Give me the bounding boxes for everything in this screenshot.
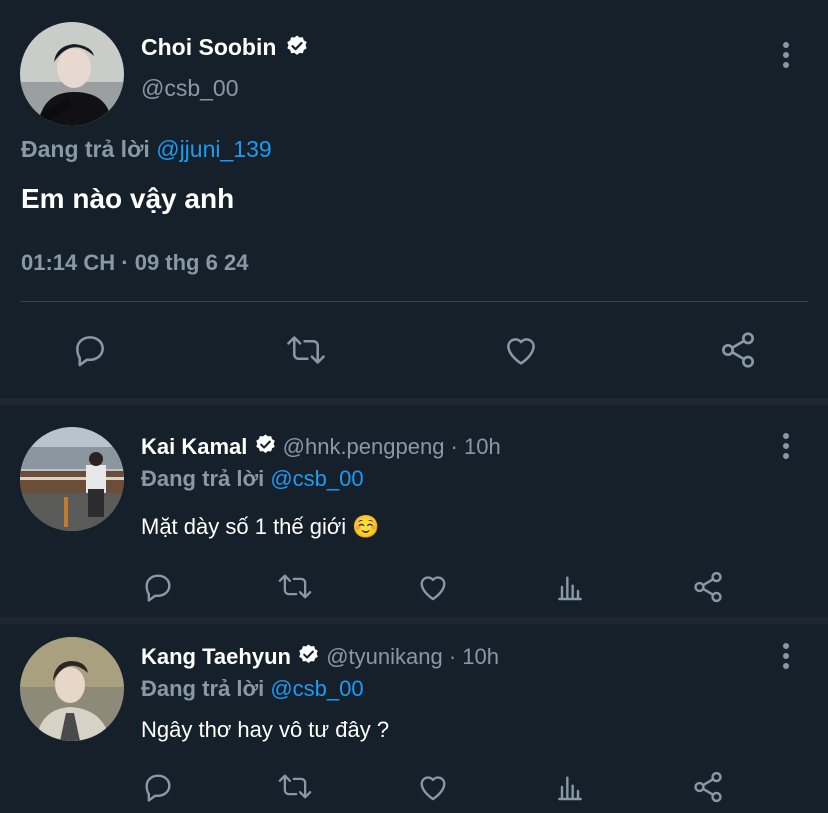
retweet-icon[interactable] bbox=[284, 332, 328, 368]
reply-icon[interactable] bbox=[141, 570, 175, 604]
verified-badge-icon bbox=[254, 433, 277, 463]
reply-icon[interactable] bbox=[141, 770, 175, 804]
tweet-text: Em nào vậy anh bbox=[21, 183, 235, 214]
verified-badge-icon bbox=[285, 34, 309, 64]
display-name[interactable]: Choi Soobin bbox=[141, 34, 276, 60]
analytics-icon[interactable] bbox=[554, 770, 586, 804]
display-name[interactable]: Kang Taehyun bbox=[141, 644, 291, 669]
user-meta[interactable]: @hnk.pengpeng · 10h bbox=[283, 434, 501, 459]
section-separator bbox=[0, 617, 828, 624]
reply-icon[interactable] bbox=[71, 331, 109, 369]
avatar[interactable] bbox=[20, 22, 124, 126]
user-handle[interactable]: @csb_00 bbox=[141, 74, 239, 102]
replying-to: Đang trả lời @csb_00 bbox=[141, 675, 364, 703]
display-name[interactable]: Kai Kamal bbox=[141, 434, 247, 459]
retweet-icon[interactable] bbox=[276, 771, 314, 802]
share-icon[interactable] bbox=[691, 770, 725, 804]
more-options-icon[interactable] bbox=[776, 40, 796, 70]
replying-label: Đang trả lời bbox=[141, 676, 265, 701]
analytics-icon[interactable] bbox=[554, 570, 586, 604]
tweet-text: Mặt dày số 1 thế giới ☺️ bbox=[141, 514, 380, 539]
divider bbox=[20, 301, 808, 302]
share-icon[interactable] bbox=[718, 330, 758, 370]
more-options-icon[interactable] bbox=[776, 432, 796, 460]
replying-to-handle[interactable]: @jjuni_139 bbox=[156, 136, 271, 162]
replying-label: Đang trả lời bbox=[21, 136, 150, 162]
share-icon[interactable] bbox=[691, 570, 725, 604]
tweet-timestamp[interactable]: 01:14 CH · 09 thg 6 24 bbox=[21, 249, 248, 277]
verified-badge-icon bbox=[297, 643, 320, 673]
replying-to-handle[interactable]: @csb_00 bbox=[270, 466, 363, 491]
more-options-icon[interactable] bbox=[776, 642, 796, 670]
like-icon[interactable] bbox=[501, 331, 541, 369]
like-icon[interactable] bbox=[416, 570, 450, 604]
avatar[interactable] bbox=[20, 637, 124, 741]
tweet-text: Ngây thơ hay vô tư đây ? bbox=[141, 717, 390, 742]
replying-to: Đang trả lời @jjuni_139 bbox=[21, 135, 272, 163]
user-meta[interactable]: @tyunikang · 10h bbox=[326, 644, 499, 669]
replying-label: Đang trả lời bbox=[141, 466, 265, 491]
section-separator bbox=[0, 398, 828, 405]
avatar[interactable] bbox=[20, 427, 124, 531]
like-icon[interactable] bbox=[416, 770, 450, 804]
replying-to-handle[interactable]: @csb_00 bbox=[270, 676, 363, 701]
replying-to: Đang trả lời @csb_00 bbox=[141, 465, 364, 493]
retweet-icon[interactable] bbox=[276, 571, 314, 602]
